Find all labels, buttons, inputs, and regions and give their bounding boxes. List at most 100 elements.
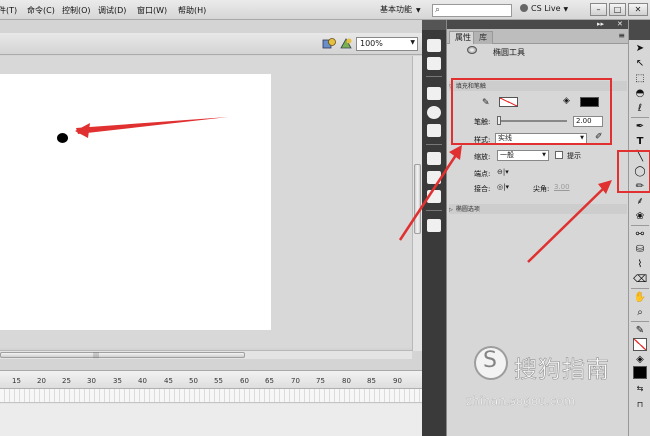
current-tool-name: 椭圆工具 — [493, 48, 525, 57]
selection-tool-icon[interactable]: ➤ — [633, 42, 647, 55]
bone-tool-icon[interactable]: ⚯ — [633, 228, 647, 241]
align-panel-icon[interactable] — [427, 87, 441, 100]
menu-debug[interactable]: 调试(D) — [98, 5, 126, 16]
deco-tool-icon[interactable]: ❀ — [633, 210, 647, 223]
frame-number: 70 — [291, 377, 300, 385]
help-search-input[interactable]: ⌕ — [432, 4, 512, 17]
tab-library[interactable]: 库 — [473, 31, 493, 44]
menu-commands[interactable]: 命令(C) — [27, 5, 55, 16]
edit-symbols-icon[interactable] — [322, 37, 336, 50]
panel-dock — [422, 20, 446, 436]
code-snippets-icon[interactable] — [427, 152, 441, 165]
miter-label: 尖角: — [533, 185, 550, 193]
cap-label: 端点: — [474, 170, 491, 178]
motion-presets-icon[interactable] — [427, 190, 441, 203]
frame-number: 15 — [12, 377, 21, 385]
timeline-layers-area[interactable] — [0, 404, 422, 436]
frame-number: 50 — [189, 377, 198, 385]
cslive-button[interactable]: CS Live ▼ — [520, 4, 568, 13]
pen-tool-icon[interactable]: ✒ — [633, 120, 647, 133]
edit-scene-icon[interactable] — [339, 37, 353, 50]
divider — [631, 117, 649, 118]
zoom-select[interactable]: 100% ▼ — [356, 37, 418, 51]
panel-menu-icon[interactable]: ≡ — [618, 31, 625, 40]
hint-checkbox[interactable] — [555, 151, 563, 159]
divider — [426, 76, 442, 77]
chevron-down-icon: ▼ — [542, 152, 546, 158]
oval-shape[interactable] — [57, 133, 68, 143]
scale-select[interactable]: 一般 ▼ — [497, 150, 549, 161]
divider — [631, 288, 649, 289]
cslive-label: CS Live — [531, 4, 561, 13]
info-panel-icon[interactable] — [427, 106, 441, 119]
cap-style-select[interactable]: ⊖|▾ — [497, 168, 509, 176]
eyedropper-tool-icon[interactable]: ⌇ — [633, 258, 647, 271]
watermark: S 搜狗指南 zhinan.sogou.com — [466, 340, 650, 436]
restore-button[interactable]: □ — [609, 3, 626, 16]
zoom-value: 100% — [360, 39, 383, 48]
frame-number: 35 — [113, 377, 122, 385]
watermark-title: 搜狗指南 — [514, 357, 610, 384]
join-style-select[interactable]: ◎|▾ — [497, 183, 509, 191]
menu-window[interactable]: 窗口(W) — [137, 5, 167, 16]
timeline-panel: 15 20 25 30 35 40 45 50 55 60 65 70 75 8… — [0, 370, 422, 436]
chevron-down-icon: ▼ — [416, 7, 421, 14]
divider — [631, 321, 649, 322]
3d-rotation-tool-icon[interactable]: ◓ — [633, 87, 647, 100]
workspace-switcher[interactable]: 基本功能 ▼ — [380, 4, 421, 15]
subselection-tool-icon[interactable]: ↖ — [633, 57, 647, 70]
stage-canvas[interactable] — [0, 74, 271, 330]
horizontal-scrollbar[interactable]: ||| — [0, 350, 412, 359]
close-icon[interactable]: ✕ — [617, 20, 623, 28]
free-transform-tool-icon[interactable]: ⬚ — [633, 72, 647, 85]
scale-value: 一般 — [500, 151, 514, 159]
section-oval-options[interactable]: ▷ 椭圆选项 — [449, 204, 627, 214]
menu-help[interactable]: 帮助(H) — [178, 5, 206, 16]
frame-number: 45 — [164, 377, 173, 385]
menu-text[interactable]: 件(T) — [0, 5, 17, 16]
divider — [631, 225, 649, 226]
dock-grip[interactable] — [422, 20, 446, 30]
brush-tool-icon[interactable]: ⸙ — [633, 195, 647, 208]
watermark-url: zhinan.sogou.com — [466, 394, 576, 408]
zoom-tool-icon[interactable]: ⌕ — [633, 306, 647, 319]
frame-number: 30 — [87, 377, 96, 385]
search-icon: ⌕ — [435, 5, 441, 15]
project-panel-icon[interactable] — [427, 219, 441, 232]
annotation-highlight-box — [451, 78, 612, 145]
frame-number: 65 — [265, 377, 274, 385]
eraser-tool-icon[interactable]: ⌫ — [633, 273, 647, 286]
oval-tool-icon — [467, 46, 477, 54]
minimize-button[interactable]: – — [590, 3, 607, 16]
stroke-color-icon[interactable]: ✎ — [633, 324, 647, 337]
transform-panel-icon[interactable] — [427, 124, 441, 137]
join-label: 接合: — [474, 185, 491, 193]
frame-number: 40 — [138, 377, 147, 385]
miter-value[interactable]: 3.00 — [554, 183, 570, 191]
scale-label: 缩放: — [474, 153, 491, 161]
timeline-frames[interactable] — [0, 389, 422, 403]
components-icon[interactable] — [427, 171, 441, 184]
hint-label: 提示 — [567, 152, 581, 160]
close-button[interactable]: ✕ — [628, 3, 648, 16]
chevron-down-icon: ▼ — [410, 39, 415, 46]
collapse-icon[interactable]: ▸▸ — [597, 20, 604, 28]
frame-number: 25 — [62, 377, 71, 385]
vertical-scrollbar[interactable] — [412, 56, 422, 351]
frame-number: 55 — [214, 377, 223, 385]
paint-bucket-tool-icon[interactable]: ⛁ — [633, 243, 647, 256]
sogou-logo-letter: S — [483, 348, 497, 373]
frame-ruler[interactable]: 15 20 25 30 35 40 45 50 55 60 65 70 75 8… — [0, 371, 422, 389]
lasso-tool-icon[interactable]: ℓ — [633, 102, 647, 115]
scrollbar-thumb[interactable] — [414, 164, 421, 234]
chevron-right-icon: ▷ — [449, 207, 453, 213]
edit-bar: 100% ▼ — [0, 33, 422, 55]
swatches-panel-icon[interactable] — [427, 57, 441, 70]
text-tool-icon[interactable]: T — [633, 135, 647, 148]
scrollbar-thumb[interactable]: ||| — [0, 352, 245, 359]
color-panel-icon[interactable] — [427, 39, 441, 52]
hand-tool-icon[interactable]: ✋ — [633, 291, 647, 304]
menu-control[interactable]: 控制(O) — [62, 5, 91, 16]
frame-number: 75 — [316, 377, 325, 385]
grip-icon: ||| — [93, 352, 100, 359]
